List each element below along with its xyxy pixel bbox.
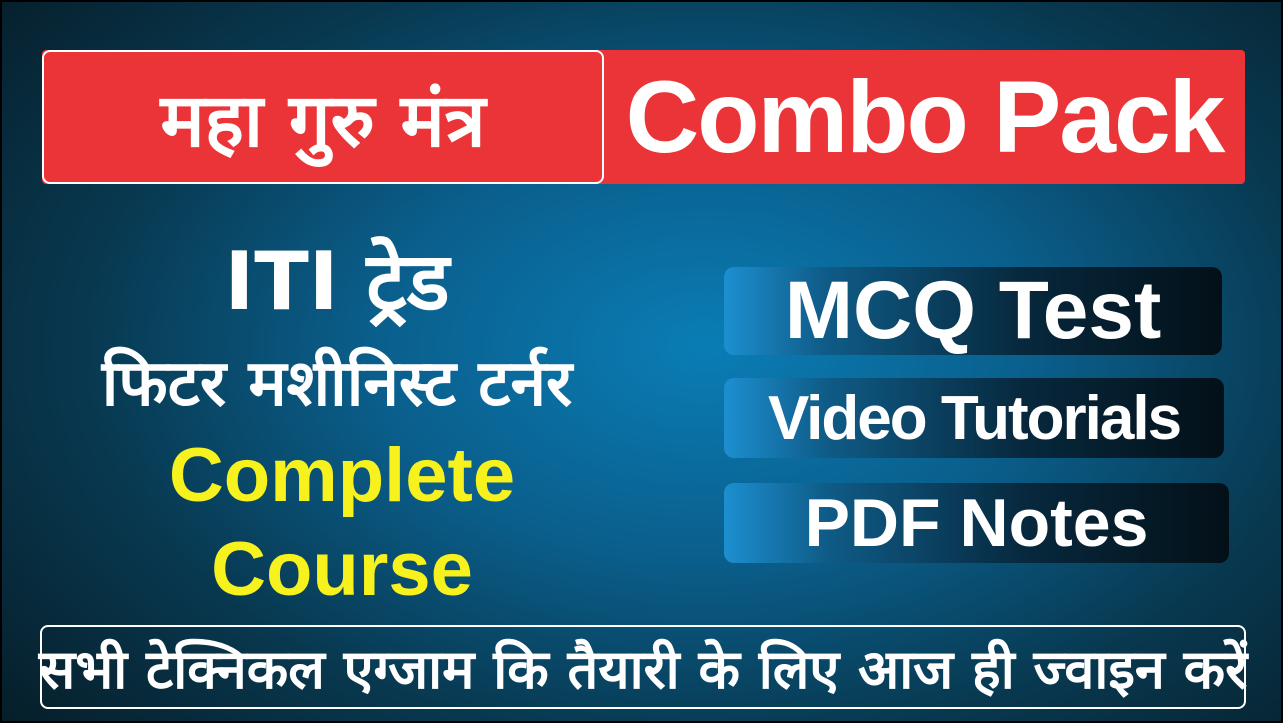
footer-tagline: सभी टेक्निकल एग्जाम कि तैयारी के लिए आज … xyxy=(39,625,1247,709)
feature-pdf-notes: PDF Notes xyxy=(724,483,1229,563)
course-line-2: Course xyxy=(211,527,473,612)
combo-pack-label: Combo Pack xyxy=(625,59,1226,174)
header-title: महा गुरु मंत्र xyxy=(160,77,486,164)
trade-names: फिटर मशीनिस्ट टर्नर xyxy=(101,347,573,421)
feature-mcq-test: MCQ Test xyxy=(724,265,1222,356)
trade-title: ITI ट्रेड xyxy=(224,235,450,328)
feature-video-tutorials: Video Tutorials xyxy=(724,378,1224,458)
poster: महा गुरु मंत्र Combo Pack ITI ट्रेड फिटर… xyxy=(0,0,1283,723)
course-line-1: Complete xyxy=(168,433,516,518)
